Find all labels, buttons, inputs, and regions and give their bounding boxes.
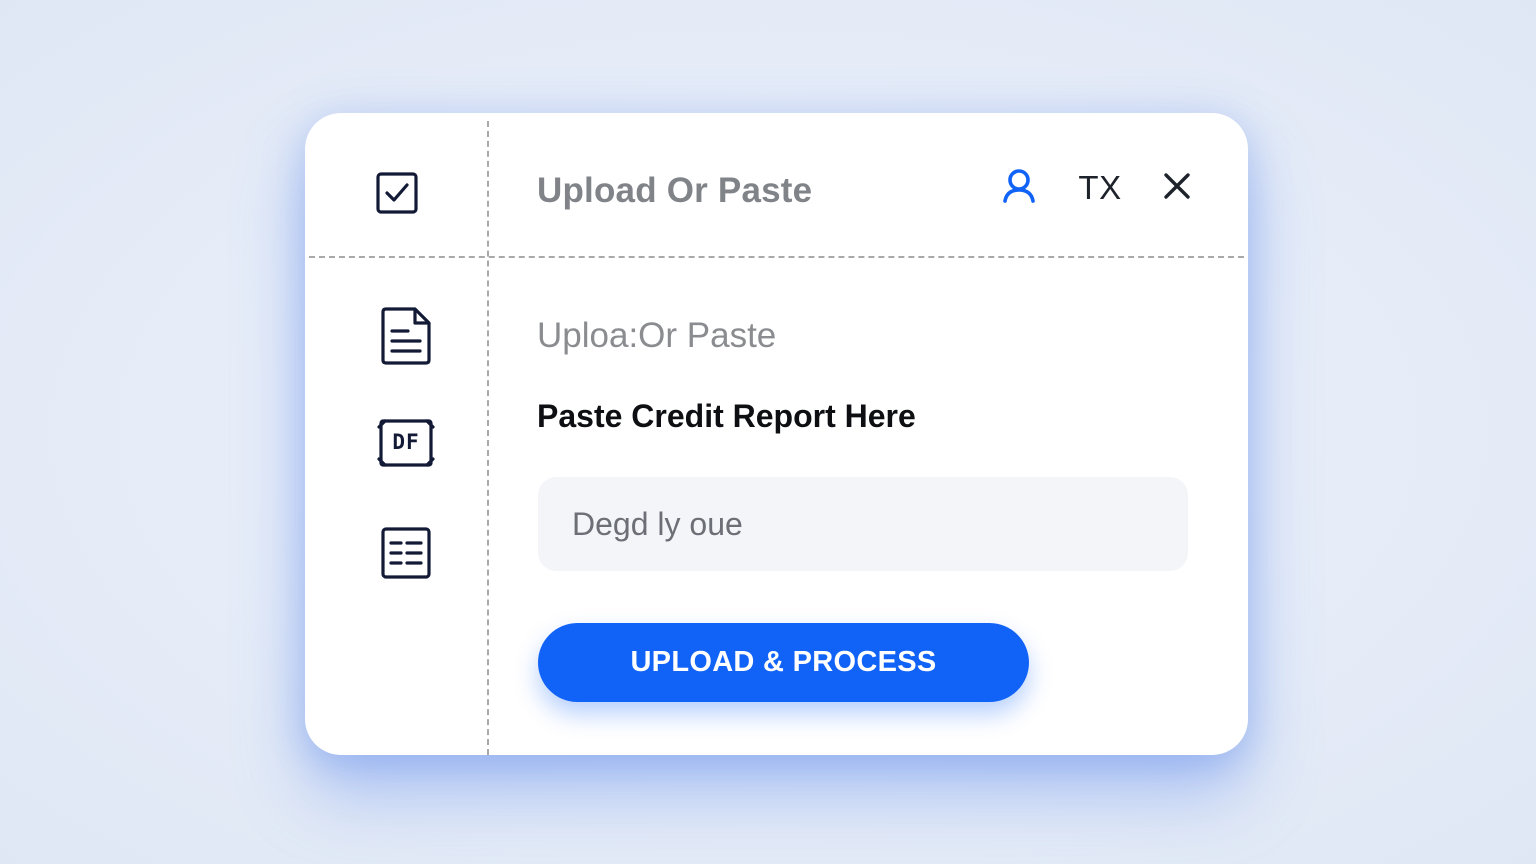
user-button[interactable]	[999, 165, 1039, 211]
checkbox-icon	[375, 171, 419, 215]
sidebar-item-checklist[interactable]	[372, 168, 422, 218]
close-button[interactable]	[1157, 165, 1197, 211]
upload-process-button[interactable]: UPLOAD & PROCESS	[538, 623, 1029, 702]
close-icon	[1163, 172, 1191, 205]
table-list-icon	[379, 525, 433, 581]
sidebar-item-document[interactable]	[375, 303, 437, 369]
pdf-icon: DF	[377, 417, 435, 469]
pdf-icon-text: DF	[392, 430, 420, 454]
state-selector[interactable]: TX	[1075, 165, 1125, 211]
section-subtitle: Uploa:Or Paste	[537, 316, 777, 355]
state-label: TX	[1078, 169, 1122, 206]
sidebar-item-table[interactable]	[375, 523, 437, 583]
paste-heading: Paste Credit Report Here	[537, 398, 916, 434]
user-icon	[1002, 168, 1036, 209]
background: DF Upload Or Paste TX Uploa:Or Paste Pas…	[0, 0, 1536, 864]
sidebar-item-pdf[interactable]: DF	[375, 415, 437, 471]
document-icon	[379, 306, 433, 366]
horizontal-divider	[309, 256, 1244, 258]
paste-report-input[interactable]	[538, 477, 1188, 571]
vertical-divider	[487, 121, 489, 755]
dialog-title: Upload Or Paste	[537, 171, 813, 210]
upload-dialog: DF Upload Or Paste TX Uploa:Or Paste Pas…	[305, 113, 1248, 755]
